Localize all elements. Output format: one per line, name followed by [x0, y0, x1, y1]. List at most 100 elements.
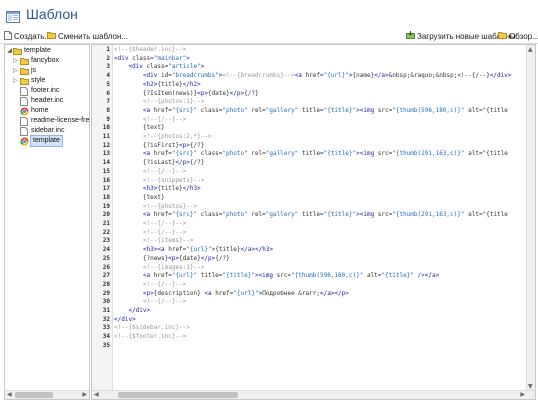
code-line[interactable]: <!--{/--}--> — [114, 168, 186, 177]
line-number: 16 — [102, 176, 110, 184]
code-line[interactable]: <!--{/--}--> — [114, 116, 186, 125]
folder-icon — [20, 67, 29, 75]
line-number: 35 — [102, 341, 110, 349]
browse-label: Обзор... — [509, 32, 538, 41]
code-line[interactable]: <!--{/--}--> — [114, 229, 186, 238]
file-icon — [20, 87, 29, 96]
code-line[interactable]: <!--{photos}--> — [114, 203, 197, 212]
line-number: 1 — [106, 46, 110, 53]
scroll-right-icon[interactable]: ▶ — [82, 391, 87, 399]
code-line[interactable]: <!--{/--}--> — [114, 220, 186, 229]
line-number: 7 — [106, 98, 110, 106]
line-number-gutter: 1 2 3 4 5 6 7 8 9 10 11 12 13 14 15 16 17 18 19 20 21 22 23 24 2… — [92, 45, 113, 391]
line-number: 12 — [102, 141, 110, 149]
line-number: 24 — [102, 246, 110, 254]
folder-icon — [20, 57, 29, 65]
line-number: 21 — [102, 220, 110, 227]
code-line[interactable]: <!--{$header.inc}--> — [114, 46, 186, 55]
line-number: 11 — [102, 133, 110, 140]
line-number: 34 — [102, 333, 110, 341]
tree-item-label: fancybox — [31, 57, 60, 64]
expand-icon[interactable]: ▷ — [12, 57, 19, 65]
code-line[interactable]: {?IsItem(news)}<p>{date}</p>{/?} — [114, 90, 259, 99]
scroll-left-icon[interactable]: ◀ — [94, 391, 99, 399]
line-number: 18 — [102, 193, 110, 201]
line-number: 32 — [102, 315, 110, 323]
line-number: 17 — [102, 185, 110, 193]
line-number: 9 — [106, 115, 110, 123]
folder-open-icon — [47, 31, 56, 42]
download-icon — [406, 31, 415, 42]
code-line[interactable]: {?isFirst}<p>{/?} — [114, 142, 204, 151]
line-number: 27 — [102, 272, 110, 280]
code-editor[interactable]: 1 2 3 4 5 6 7 8 9 10 11 12 13 14 15 16 17 18 19 20 21 22 23 24 2… — [91, 44, 536, 400]
code-line[interactable]: <h3>{title}</h3> — [114, 185, 201, 194]
line-number: 3 — [106, 63, 110, 71]
collapse-icon[interactable]: ◢ — [6, 47, 13, 55]
scroll-left-icon[interactable]: ◀ — [7, 391, 12, 399]
scroll-right-icon[interactable]: ▶ — [520, 391, 525, 399]
tree-item-label: template — [30, 135, 63, 147]
chrome-icon — [20, 107, 29, 116]
line-number: 22 — [102, 228, 110, 236]
line-number: 19 — [102, 202, 110, 210]
change-template-label: Сменить шаблон... — [58, 32, 129, 41]
chrome-icon — [20, 137, 29, 146]
line-number: 2 — [106, 54, 110, 62]
scrollbar-thumb[interactable] — [118, 392, 238, 398]
editor-vertical-scrollbar[interactable]: ▲ ▼ — [526, 45, 535, 391]
line-number: 31 — [102, 307, 110, 314]
expand-icon[interactable]: ▷ — [12, 77, 19, 85]
code-line[interactable]: <a href="{src}" class="photo" rel="galle… — [114, 211, 508, 220]
line-number: 14 — [102, 159, 110, 167]
template-window-icon — [6, 8, 20, 23]
folder-open-icon — [13, 47, 22, 55]
browse-button[interactable]: Обзор... — [498, 31, 538, 42]
tree-item-label: header.inc — [31, 97, 64, 104]
line-number: 4 — [106, 72, 110, 80]
code-line[interactable]: <!--{/--}--> — [114, 298, 186, 307]
code-line[interactable]: <div id="breadcrumbs"><!--{breadcrumbs}-… — [114, 72, 512, 81]
code-line[interactable]: <!--{photos:2,*}--> — [114, 133, 212, 142]
line-number: 26 — [102, 263, 110, 271]
code-line[interactable]: <p>{description} <a href="{url}">Подробн… — [114, 290, 349, 299]
code-line[interactable]: <!--{/--}--> — [114, 281, 186, 290]
code-line[interactable]: <a href="{url}" title="{title}"><img src… — [114, 272, 439, 281]
code-line[interactable]: <!--{items}--> — [114, 237, 194, 246]
code-line[interactable]: <div class="article"> — [114, 63, 204, 72]
tree-horizontal-scrollbar[interactable]: ◀ ▶ — [5, 390, 89, 399]
editor-horizontal-scrollbar[interactable]: ◀ ▶ — [92, 390, 535, 399]
code-line[interactable]: <h3><a href="{url}">{title}</a></h3> — [114, 246, 273, 255]
code-line[interactable]: {text} — [114, 124, 165, 133]
file-icon — [20, 97, 29, 106]
scroll-down-icon[interactable]: ▼ — [528, 383, 533, 390]
line-number: 30 — [102, 298, 110, 306]
code-line[interactable]: <a href="{src}" class="photo" rel="galle… — [114, 150, 508, 159]
tree-item-label: template — [24, 47, 51, 54]
code-line[interactable]: <!--{$sidebar.inc}--> — [114, 324, 190, 333]
scrollbar-thumb[interactable] — [15, 392, 53, 398]
window-title: Шаблон — [26, 6, 78, 22]
code-line[interactable]: </div> — [114, 316, 136, 325]
code-line[interactable]: <!--{photos:1}--> — [114, 98, 204, 107]
line-number: 15 — [102, 167, 110, 175]
line-number: 28 — [102, 280, 110, 288]
change-template-button[interactable]: Сменить шаблон... — [47, 31, 128, 42]
code-line[interactable]: <!--{images:1}--> — [114, 264, 204, 273]
create-button[interactable]: Создать... — [4, 31, 51, 42]
code-line[interactable]: <h2>{title}</h2> — [114, 81, 201, 90]
scroll-up-icon[interactable]: ▲ — [528, 46, 533, 53]
line-number: 8 — [106, 106, 110, 114]
code-line[interactable]: <!--{$footer.inc}--> — [114, 333, 186, 342]
code-line[interactable]: {text} — [114, 194, 165, 203]
code-line[interactable]: {?isLast}</p>{/?} — [114, 159, 204, 168]
file-tree[interactable]: ◢ template ▷ fancybox ▷ js ▷ style foote… — [4, 44, 90, 400]
expand-icon[interactable]: ▷ — [12, 67, 19, 75]
code-line[interactable]: <!--{snippets}--> — [114, 177, 204, 186]
code-line[interactable]: {?news}<p>{date}</p>{/?} — [114, 255, 230, 264]
code-line[interactable]: </div> — [114, 307, 150, 316]
tree-item-label: home — [31, 107, 49, 114]
code-line[interactable]: <a href="{src}" class="photo" rel="galle… — [114, 107, 508, 116]
code-line[interactable]: <div class="mainbar"> — [114, 55, 190, 64]
line-number: 33 — [102, 324, 110, 332]
